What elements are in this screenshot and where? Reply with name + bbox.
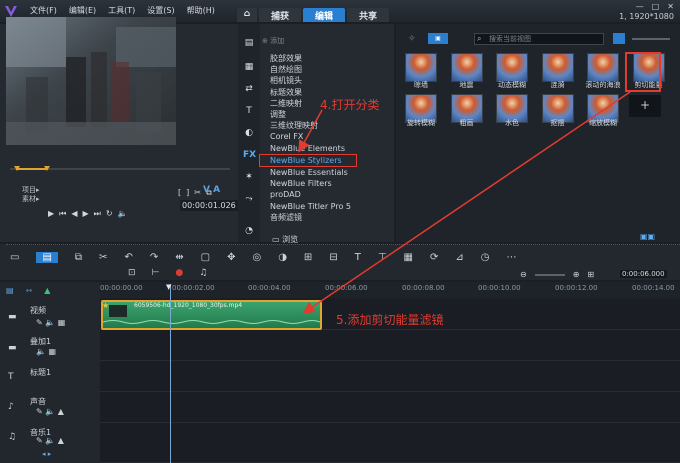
annotation-arrows <box>298 91 631 314</box>
arrow-to-category <box>298 109 323 153</box>
annotation-step-4: 4.打开分类 <box>320 98 380 112</box>
arrow-to-clip <box>302 91 631 314</box>
annotation-step-5: 5.添加剪切能量滤镜 <box>336 313 444 327</box>
